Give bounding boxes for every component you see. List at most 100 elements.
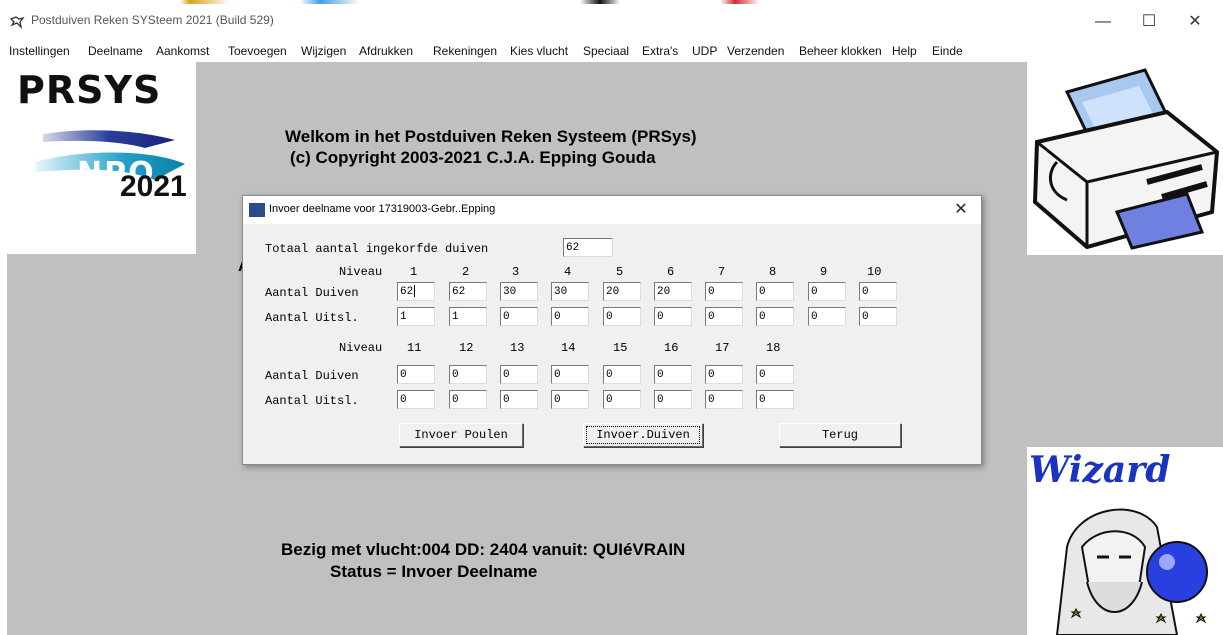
duiven-input-10[interactable]: 0 (859, 282, 897, 301)
menu-kies-vlucht[interactable]: Kies vlucht (510, 44, 568, 58)
title-bar: Postduiven Reken SYSteem 2021 (Build 529… (0, 0, 1223, 40)
level-9: 9 (820, 265, 828, 279)
uitsl-input-2[interactable]: 1 (449, 307, 487, 326)
menu-bar: Instellingen Deelname Aankomst Toevoegen… (0, 40, 1223, 62)
duiven-input-17[interactable]: 0 (705, 365, 743, 384)
menu-einde[interactable]: Einde (932, 44, 963, 58)
prsys-npo-logo: PRSYS NPO 2021 (7, 62, 196, 254)
duiven-input-2[interactable]: 62 (449, 282, 487, 301)
duiven-input-9[interactable]: 0 (808, 282, 846, 301)
flight-info-text: Bezig met vlucht:004 DD: 2404 vanuit: QU… (281, 540, 686, 559)
menu-extras[interactable]: Extra's (642, 44, 678, 58)
invoer-duiven-button[interactable]: Invoer.Duiven (583, 423, 703, 447)
uitsl-input-11[interactable]: 0 (397, 390, 435, 409)
wizard-logo-text: Wizard (1029, 449, 1171, 491)
uitsl-input-16[interactable]: 0 (654, 390, 692, 409)
dialog-title-bar: Invoer deelname voor 17319003-Gebr..Eppi… (243, 196, 981, 224)
wizard-figure-icon (1055, 508, 1208, 635)
duiven-input-14[interactable]: 0 (551, 365, 589, 384)
duiven-input-5[interactable]: 20 (603, 282, 641, 301)
duiven-input-11[interactable]: 0 (397, 365, 435, 384)
niveau-label-2: Niveau (339, 341, 383, 355)
maximize-button[interactable]: ☐ (1126, 9, 1172, 35)
uitsl-input-5[interactable]: 0 (603, 307, 641, 326)
menu-help[interactable]: Help (892, 44, 917, 58)
uitsl-input-8[interactable]: 0 (756, 307, 794, 326)
close-window-button[interactable]: ✕ (1172, 9, 1218, 35)
duiven-input-13[interactable]: 0 (500, 365, 538, 384)
dialog-app-icon (249, 203, 265, 217)
duiven-input-1[interactable]: 62 (397, 282, 435, 301)
menu-verzenden[interactable]: Verzenden (727, 44, 784, 58)
copyright-text: (c) Copyright 2003-2021 C.J.A. Epping Go… (290, 148, 656, 167)
duiven-input-15[interactable]: 0 (603, 365, 641, 384)
menu-instellingen[interactable]: Instellingen (9, 44, 70, 58)
uitsl-input-9[interactable]: 0 (808, 307, 846, 326)
menu-wijzigen[interactable]: Wijzigen (301, 44, 346, 58)
uitsl-input-13[interactable]: 0 (500, 390, 538, 409)
menu-speciaal[interactable]: Speciaal (583, 44, 629, 58)
duiven-input-12[interactable]: 0 (449, 365, 487, 384)
level-8: 8 (769, 265, 777, 279)
duiven-input-6[interactable]: 20 (654, 282, 692, 301)
level-5: 5 (616, 265, 624, 279)
uitsl-input-15[interactable]: 0 (603, 390, 641, 409)
duiven-input-4[interactable]: 30 (551, 282, 589, 301)
printer-icon (1032, 68, 1220, 250)
invoer-deelname-dialog: Invoer deelname voor 17319003-Gebr..Eppi… (242, 195, 982, 465)
menu-rekeningen[interactable]: Rekeningen (433, 44, 497, 58)
uitsl-input-10[interactable]: 0 (859, 307, 897, 326)
uitsl-input-6[interactable]: 0 (654, 307, 692, 326)
duiven-input-7[interactable]: 0 (705, 282, 743, 301)
niveau-label: Niveau (339, 265, 383, 279)
menu-udp[interactable]: UDP (692, 44, 717, 58)
window-title: Postduiven Reken SYSteem 2021 (Build 529… (31, 13, 274, 27)
level-11: 11 (407, 341, 422, 355)
level-18: 18 (766, 341, 781, 355)
terug-button[interactable]: Terug (779, 423, 901, 447)
level-12: 12 (459, 341, 474, 355)
uitsl-input-3[interactable]: 0 (500, 307, 538, 326)
text-caret (414, 285, 416, 298)
duiven-input-8[interactable]: 0 (756, 282, 794, 301)
menu-toevoegen[interactable]: Toevoegen (228, 44, 287, 58)
aantal-uitsl-label-2: Aantal Uitsl. (265, 394, 359, 408)
total-duiven-input[interactable]: 62 (563, 238, 613, 257)
uitsl-input-14[interactable]: 0 (551, 390, 589, 409)
minimize-button[interactable]: — (1080, 9, 1126, 35)
level-6: 6 (667, 265, 675, 279)
dialog-close-button[interactable]: ✕ (947, 199, 975, 221)
uitsl-input-4[interactable]: 0 (551, 307, 589, 326)
aantal-duiven-label-2: Aantal Duiven (265, 369, 359, 383)
level-15: 15 (613, 341, 628, 355)
aantal-uitsl-label: Aantal Uitsl. (265, 311, 359, 325)
menu-afdrukken[interactable]: Afdrukken (359, 44, 413, 58)
prsys-logo-text: PRSYS (17, 68, 162, 112)
uitsl-input-18[interactable]: 0 (756, 390, 794, 409)
duiven-input-3[interactable]: 30 (500, 282, 538, 301)
uitsl-input-17[interactable]: 0 (705, 390, 743, 409)
uitsl-input-7[interactable]: 0 (705, 307, 743, 326)
title-accent-strip (0, 0, 1223, 4)
printer-illustration (1027, 62, 1223, 255)
menu-beheer-klokken[interactable]: Beheer klokken (799, 44, 882, 58)
level-2: 2 (462, 265, 470, 279)
aantal-duiven-label: Aantal Duiven (265, 286, 359, 300)
uitsl-input-12[interactable]: 0 (449, 390, 487, 409)
uitsl-input-1[interactable]: 1 (397, 307, 435, 326)
status-text: Status = Invoer Deelname (330, 562, 538, 581)
welcome-text: Welkom in het Postduiven Reken Systeem (… (285, 127, 697, 146)
wizard-illustration[interactable]: Wizard (1027, 447, 1223, 635)
total-label: Totaal aantal ingekorfde duiven (265, 242, 489, 256)
duiven-input-18[interactable]: 0 (756, 365, 794, 384)
level-4: 4 (564, 265, 572, 279)
duiven-input-16[interactable]: 0 (654, 365, 692, 384)
level-17: 17 (715, 341, 730, 355)
level-1: 1 (410, 265, 418, 279)
duiven-value-1: 62 (400, 286, 414, 298)
menu-aankomst[interactable]: Aankomst (156, 44, 209, 58)
level-16: 16 (664, 341, 679, 355)
invoer-poulen-button[interactable]: Invoer Poulen (399, 423, 523, 447)
menu-deelname[interactable]: Deelname (88, 44, 143, 58)
logo-year: 2021 (120, 170, 187, 203)
